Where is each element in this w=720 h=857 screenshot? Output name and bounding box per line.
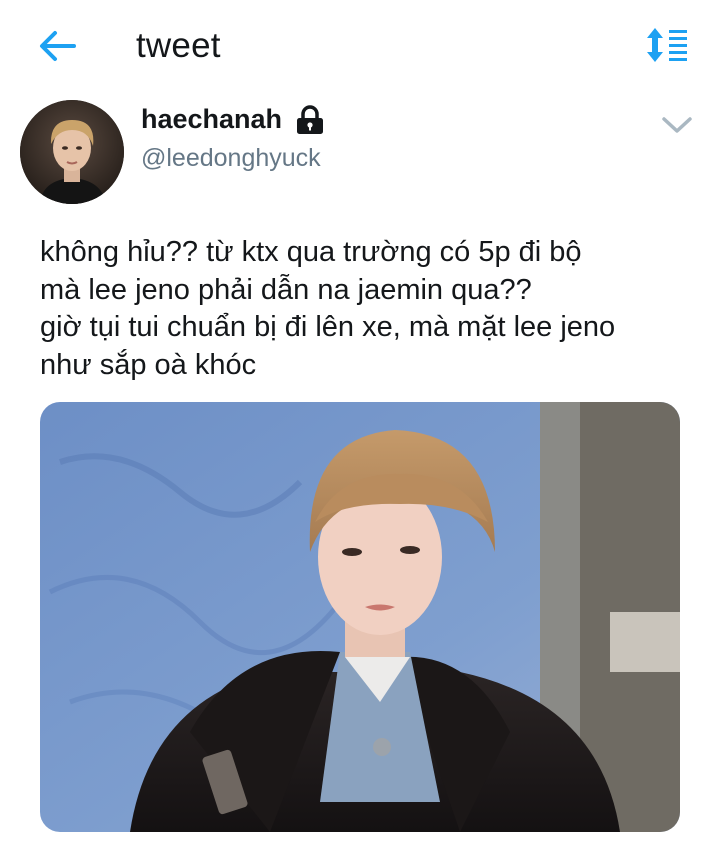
author-name-row: haechanah <box>141 104 326 135</box>
media-photo <box>40 402 680 832</box>
top-bar: tweet <box>0 0 720 92</box>
lock-icon <box>297 104 324 134</box>
display-name[interactable]: haechanah <box>141 104 282 135</box>
tweet-line: như sắp oà khóc <box>40 348 257 381</box>
back-button[interactable] <box>36 26 80 66</box>
chevron-down-icon <box>662 117 692 133</box>
avatar[interactable] <box>20 100 124 204</box>
user-handle[interactable]: @leedonghyuck <box>141 144 321 173</box>
sort-icon <box>647 28 687 62</box>
tweet-line: giờ tụi tui chuẩn bị đi lên xe, mà mặt l… <box>40 311 616 343</box>
tweet-line: mà lee jeno phải dẫn na jaemin qua?? <box>40 273 532 306</box>
tweet-media-photo[interactable] <box>40 402 680 832</box>
tweet-line: không hỉu?? từ ktx qua trường có 5p đi b… <box>40 236 582 268</box>
tweet-menu-button[interactable] <box>660 114 694 136</box>
tweet-text: không hỉu?? từ ktx qua trường có 5p đi b… <box>40 234 690 384</box>
avatar-photo <box>20 100 124 204</box>
page-title: tweet <box>136 26 221 65</box>
sort-button[interactable] <box>644 26 690 64</box>
arrow-left-icon <box>40 31 76 61</box>
